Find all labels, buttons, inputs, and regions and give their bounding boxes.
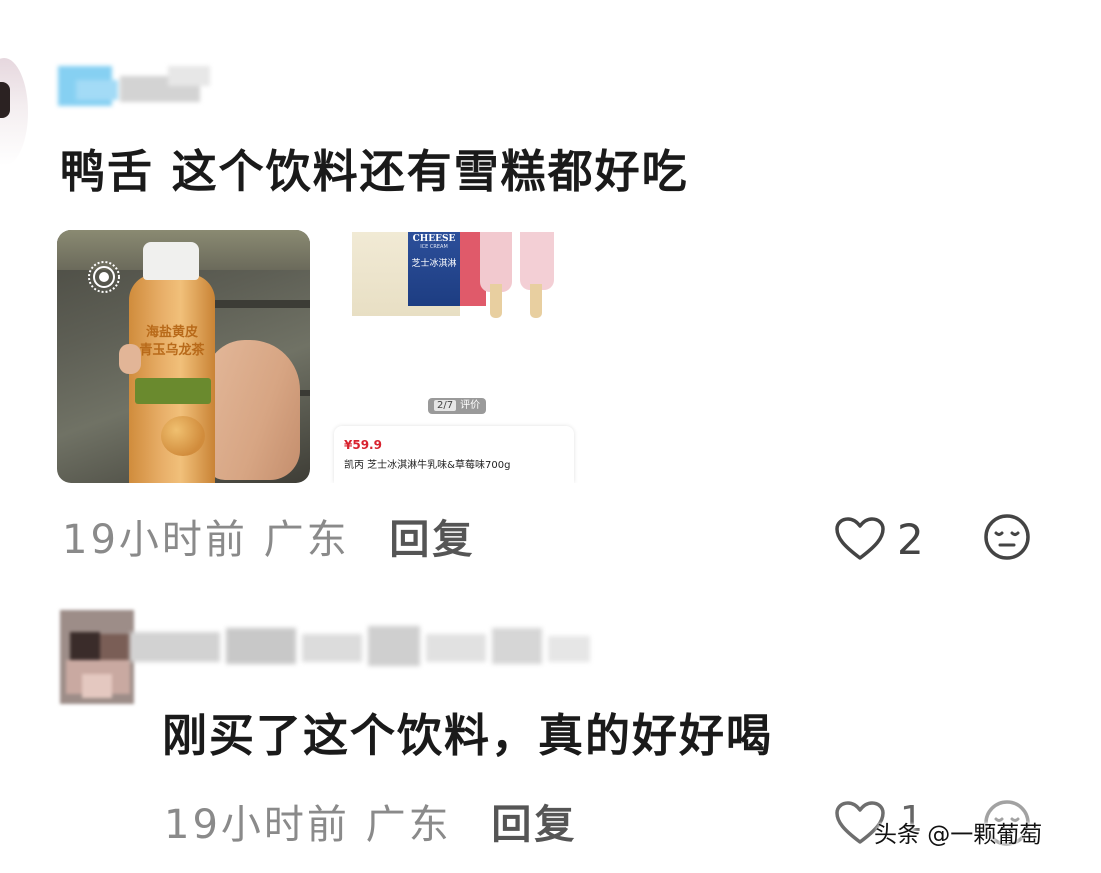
blur-block [426, 634, 486, 662]
fridge-rail [207, 300, 310, 308]
icecream-stick [490, 284, 502, 318]
pager-label: 评价 [460, 400, 481, 411]
comment-1-meta: 19小时前 广东 回复 [62, 515, 475, 565]
product-price: ¥59.9 [344, 438, 382, 452]
expressionless-face-icon[interactable] [982, 512, 1032, 562]
avatar-shape [70, 632, 100, 662]
live-photo-icon[interactable] [87, 260, 121, 294]
commenter-1-avatar[interactable] [0, 58, 28, 166]
blur-block [76, 80, 118, 100]
brand-en: CHEESE [412, 234, 456, 244]
comment-2-reply-button[interactable]: 回复 [491, 802, 577, 848]
bottle-cap [143, 242, 199, 280]
brand-sub: ICE CREAM [420, 244, 448, 250]
icecream-bar [480, 232, 512, 292]
heart-outline-icon[interactable] [834, 516, 886, 562]
icecream-bar [520, 232, 554, 290]
avatar-shape [0, 82, 10, 118]
hand [205, 340, 300, 480]
comment-1-reply-button[interactable]: 回复 [389, 517, 475, 563]
comment-2-meta: 19小时前 广东 回复 [164, 800, 577, 850]
commenter-2-name-blurred[interactable] [130, 616, 590, 676]
commenter-2-avatar[interactable] [60, 610, 134, 704]
icecream-stick [530, 284, 542, 318]
comment-2-time-location: 19小时前 广东 [164, 802, 452, 848]
bottle-label-line-2: 青玉乌龙茶 [139, 343, 205, 358]
commenter-1-name-blurred[interactable] [58, 66, 210, 106]
comment-1-like-count: 2 [897, 515, 924, 564]
comment-1-image-drink[interactable]: 海盐黄皮 青玉乌龙茶 [57, 230, 310, 483]
icecream-box-label: CHEESE ICE CREAM 芝士冰淇淋 [408, 232, 460, 306]
blur-block [368, 626, 420, 666]
comment-1-text: 鸭舌 这个饮料还有雪糕都好吃 [60, 145, 689, 198]
blur-block [168, 66, 210, 86]
pager-index: 2/7 [434, 400, 457, 411]
product-card[interactable]: ¥59.9 凯丙 芝士冰淇淋牛乳味&草莓味700g [334, 426, 574, 483]
thumb [119, 344, 141, 374]
blur-block [226, 628, 296, 664]
blur-block [492, 628, 542, 664]
blur-block [302, 634, 362, 662]
comment-1-time-location: 19小时前 广东 [62, 517, 350, 563]
bottle-label: 海盐黄皮 青玉乌龙茶 [133, 320, 211, 380]
avatar-shape [82, 674, 112, 698]
comment-1-image-icecream[interactable]: CHEESE ICE CREAM 芝士冰淇淋 2/7 评价 ¥59.9 凯丙 芝士… [330, 230, 583, 483]
product-title: 凯丙 芝士冰淇淋牛乳味&草莓味700g [344, 460, 511, 471]
blur-block [130, 632, 220, 662]
bottle-label-band [135, 378, 211, 404]
fruit-illustration [161, 416, 205, 456]
brand-cn: 芝士冰淇淋 [411, 259, 457, 269]
image-pager: 2/7 评价 [428, 398, 487, 414]
comment-2-text: 刚买了这个饮料，真的好好喝 [162, 709, 774, 762]
watermark: 头条 @一颗葡萄 [874, 822, 1043, 848]
blur-block [548, 636, 590, 662]
bottle-label-line-1: 海盐黄皮 [145, 325, 198, 340]
